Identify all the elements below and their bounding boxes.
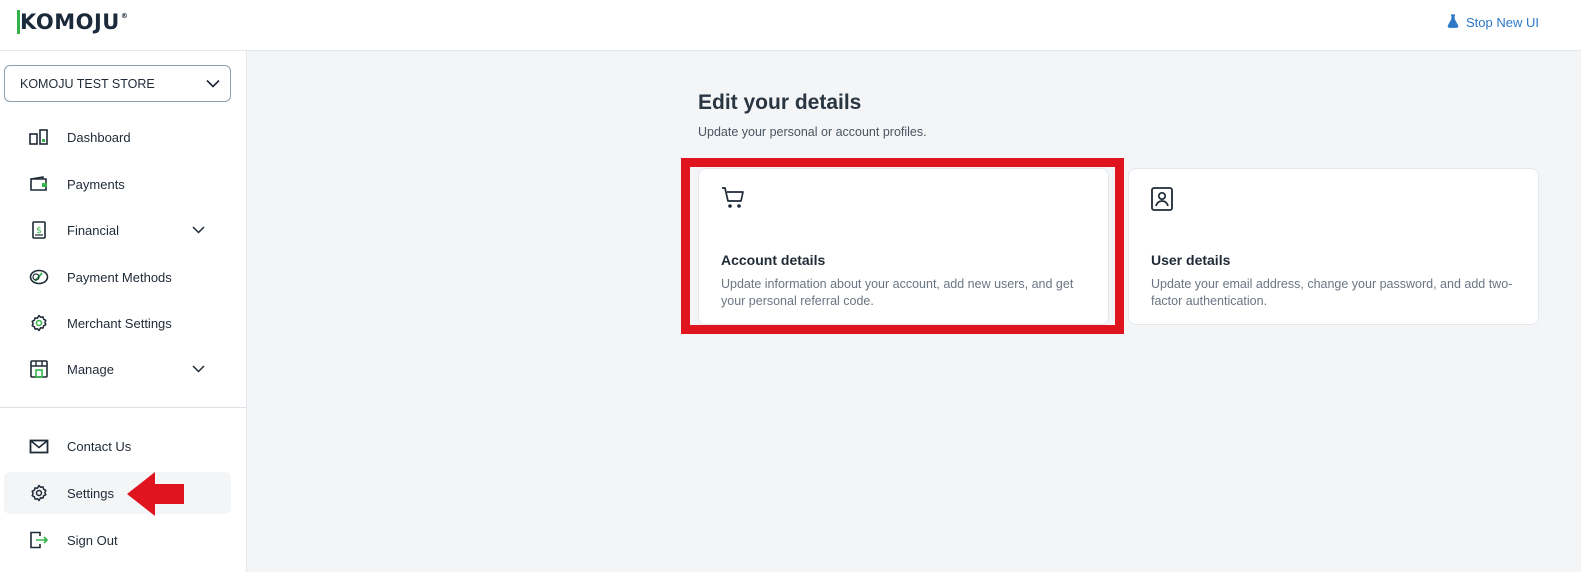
sidebar-item-sign-out[interactable]: Sign Out [4,519,231,561]
sidebar-item-payment-methods[interactable]: Payment Methods [4,256,231,298]
store-icon [27,357,51,381]
ledger-icon: $ [27,218,51,242]
sidebar-item-label: Merchant Settings [67,315,172,331]
cart-icon [720,186,746,215]
sidebar-item-label: Dashboard [67,129,131,145]
wallet-icon [27,172,51,196]
sidebar-item-financial[interactable]: $ Financial [4,209,231,251]
komoju-logo[interactable]: KOMOJU ® [17,10,128,34]
sidebar-item-settings[interactable]: Settings [4,472,231,514]
payment-methods-icon [27,265,51,289]
stop-new-ui-link[interactable]: Stop New UI [1447,14,1539,31]
sidebar-divider [0,407,246,408]
flask-icon [1447,14,1459,31]
annotation-arrow-icon [127,472,184,516]
sidebar-item-label: Settings [67,485,114,501]
gear-icon [27,481,51,505]
store-selector[interactable]: KOMOJU TEST STORE [4,65,231,102]
sidebar-item-label: Payments [67,176,125,192]
user-badge-icon [1150,186,1174,217]
sidebar-item-dashboard[interactable]: Dashboard [4,116,231,158]
sidebar-item-contact-us[interactable]: Contact Us [4,425,231,467]
card-description: Update your email address, change your p… [1151,277,1513,308]
logo-text: KOMOJU [17,10,120,34]
sidebar: KOMOJU TEST STORE Dashboard Payments $ F… [0,51,247,572]
card-description: Update information about your account, a… [721,277,1074,308]
top-bar: KOMOJU ® Stop New UI [0,0,1581,51]
sidebar-item-payments[interactable]: Payments [4,163,231,205]
dashboard-icon [27,125,51,149]
chevron-down-icon [206,77,220,91]
account-details-card[interactable]: Account details Update information about… [698,168,1109,325]
stop-new-ui-label: Stop New UI [1466,15,1539,30]
sidebar-item-label: Financial [67,222,120,238]
card-title: User details [1151,252,1231,268]
page-subtitle: Update your personal or account profiles… [698,125,927,139]
sidebar-item-manage[interactable]: Manage [4,348,231,390]
card-title: Account details [721,252,826,268]
user-details-card[interactable]: User details Update your email address, … [1128,168,1539,325]
page-title: Edit your details [698,91,862,114]
store-selector-value: KOMOJU TEST STORE [20,76,155,91]
gear-icon [27,311,51,335]
main-content: Edit your details Update your personal o… [247,51,1581,572]
mail-icon [27,434,51,458]
chevron-down-icon[interactable] [192,222,205,237]
sign-out-icon [27,528,51,552]
chevron-down-icon[interactable] [192,361,205,376]
sidebar-item-label: Sign Out [67,532,118,548]
sidebar-item-merchant-settings[interactable]: Merchant Settings [4,302,231,344]
sidebar-item-label: Manage [67,361,114,377]
sidebar-item-label: Contact Us [67,438,132,454]
sidebar-item-label: Payment Methods [67,269,172,285]
